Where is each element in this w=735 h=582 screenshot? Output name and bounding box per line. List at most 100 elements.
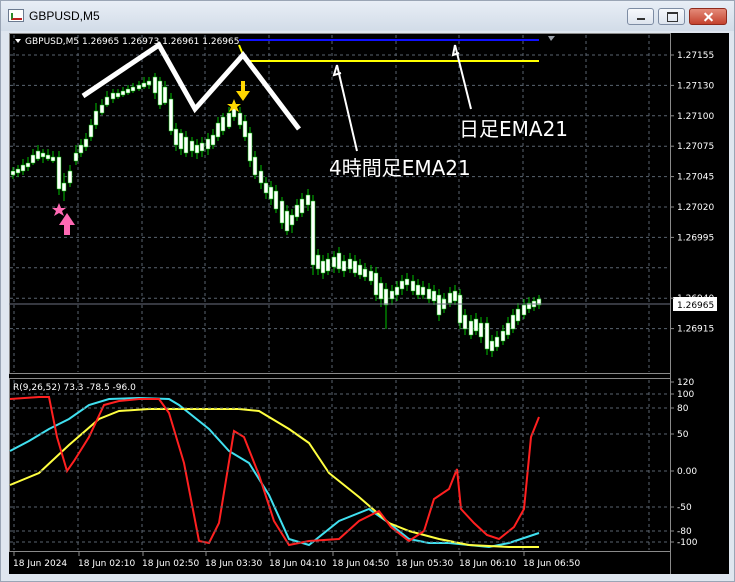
candle-body: [162, 86, 168, 104]
candle-body: [378, 282, 384, 300]
candle-body: [352, 260, 358, 274]
time-tick-label: 18 Jun 02:10: [78, 559, 135, 569]
candle-body: [45, 154, 51, 160]
time-tick-label: 18 Jun 04:50: [332, 559, 389, 569]
candle-body: [20, 164, 26, 172]
candle-body: [489, 340, 495, 352]
candle-body: [368, 270, 374, 282]
candle-body: [336, 252, 342, 270]
price-tick-label: 1.26995: [677, 233, 714, 243]
candle-body: [99, 104, 105, 114]
wave-drawing-line: [81, 41, 301, 131]
window-title: GBPUSD,M5: [29, 9, 100, 23]
candle-body: [10, 170, 16, 176]
time-tick-label: 18 Jun 06:50: [523, 559, 580, 569]
candle-body: [40, 152, 46, 158]
candle-body: [294, 204, 300, 218]
candle-body: [146, 80, 152, 86]
arrow-h4-line: [336, 64, 358, 152]
candle-body: [447, 292, 453, 304]
candle-body: [289, 214, 295, 226]
minimize-button[interactable]: [627, 8, 654, 25]
main-info-line: GBPUSD,M5 1.26965 1.26973 1.26961 1.2696…: [25, 37, 239, 47]
sell-arrow-icon: [236, 81, 250, 101]
candle-body: [15, 168, 21, 174]
chart-shift-marker-icon: [548, 36, 555, 41]
chart-window-icon: [8, 9, 24, 22]
candle-body: [415, 284, 421, 296]
candle-body: [50, 156, 56, 162]
close-button[interactable]: [689, 8, 727, 25]
candle-body: [341, 260, 347, 272]
candle-body: [389, 290, 395, 300]
candle-body: [78, 144, 84, 154]
time-tick-label: 18 Jun 03:30: [205, 559, 262, 569]
level-tick-label: 120: [677, 378, 694, 388]
candle-body: [73, 152, 79, 162]
maximize-button[interactable]: [658, 8, 685, 25]
candle-body: [67, 170, 73, 184]
title-bar[interactable]: GBPUSD,M5: [1, 1, 734, 31]
candle-body: [252, 156, 258, 176]
candle-body: [315, 254, 321, 270]
candle-body: [56, 156, 62, 190]
candle-body: [83, 138, 89, 148]
candle-body: [399, 280, 405, 290]
collapse-triangle-icon[interactable]: [15, 39, 21, 43]
candle-body: [347, 258, 353, 270]
candle-body: [279, 200, 285, 224]
candle-body: [305, 194, 311, 206]
candle-body: [468, 320, 474, 336]
candle-body: [93, 110, 99, 126]
candle-body: [394, 286, 400, 296]
level-tick-label: -100: [677, 538, 698, 548]
candle-body: [325, 258, 331, 272]
candle-body: [178, 132, 184, 150]
candle-body: [320, 260, 326, 274]
candle-body: [25, 162, 31, 168]
candle-body: [273, 190, 279, 210]
price-tick-label: 1.27100: [677, 112, 714, 122]
candle-body: [194, 144, 200, 154]
candle-body: [242, 120, 248, 138]
candle-body: [104, 96, 110, 106]
candle-body: [462, 314, 468, 330]
price-tick-label: 1.27020: [677, 203, 714, 213]
candle-body: [284, 210, 290, 232]
candle-body: [478, 322, 484, 338]
chart-window: GBPUSD,M5 GBPUSD,M5 1.26965 1.26973 1.26…: [0, 0, 735, 582]
candle-body: [331, 256, 337, 268]
candle-body: [404, 278, 410, 286]
chart-area[interactable]: GBPUSD,M5 1.26965 1.26973 1.26961 1.2696…: [9, 33, 729, 574]
candle-body: [220, 116, 226, 132]
candle-body: [120, 90, 126, 96]
buy-star-icon: [52, 203, 66, 216]
candle-body: [115, 92, 121, 98]
candle-body: [215, 122, 221, 138]
candle-body: [189, 140, 195, 152]
candle-body: [373, 272, 379, 296]
level-tick-label: 50: [677, 430, 689, 440]
candle-body: [141, 82, 147, 88]
h4-ema-line: [238, 44, 539, 62]
candle-body: [130, 86, 136, 92]
time-tick-label: 18 Jun 2024: [13, 559, 67, 569]
price-tick-label: 1.27155: [677, 51, 714, 61]
candle-body: [410, 280, 416, 292]
candle-body: [510, 314, 516, 330]
chart-canvas[interactable]: GBPUSD,M5 1.26965 1.26973 1.26961 1.2696…: [9, 33, 729, 574]
level-tick-label: 0.00: [677, 467, 697, 477]
candle-body: [88, 124, 94, 138]
candle-body: [183, 136, 189, 154]
h4-ema-annotation: 4時間足EMA21: [329, 156, 471, 180]
daily-ema-annotation: 日足EMA21: [459, 117, 568, 141]
price-tick-label: 1.27075: [677, 142, 714, 152]
candle-body: [500, 330, 506, 342]
candle-body: [247, 132, 253, 162]
level-tick-label: -80: [677, 527, 692, 537]
candle-body: [484, 322, 490, 350]
grid: [10, 35, 669, 550]
rci-lines: [9, 396, 540, 549]
level-tick-label: 80: [677, 404, 689, 414]
candle-body: [362, 268, 368, 278]
